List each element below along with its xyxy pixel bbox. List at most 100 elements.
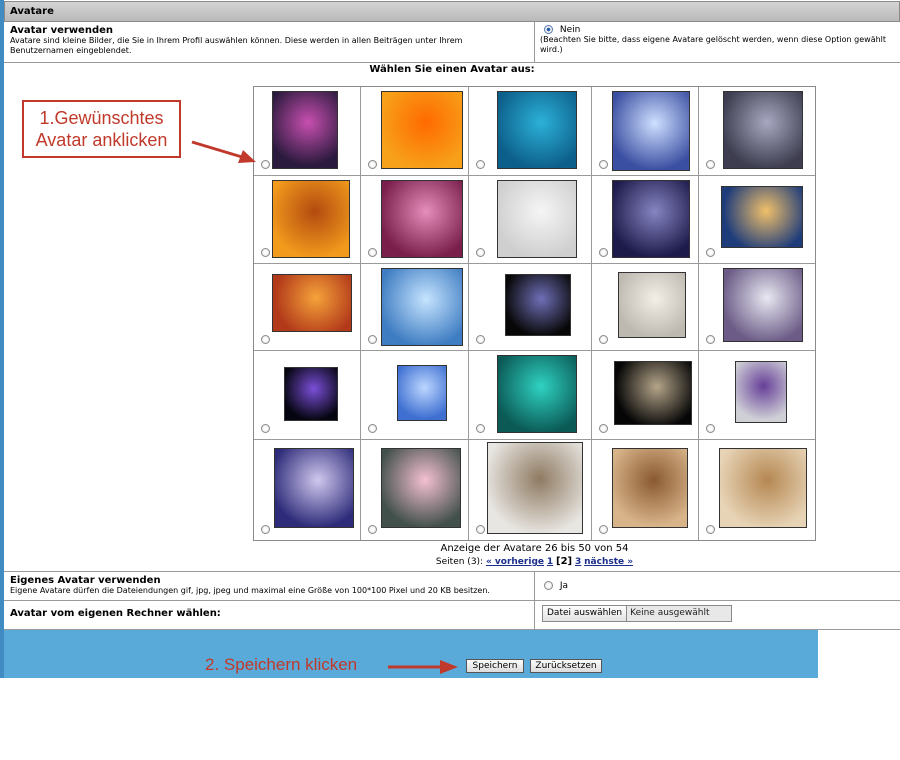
avatar-radio[interactable] bbox=[706, 424, 715, 433]
avatar-blue-fairy[interactable] bbox=[397, 365, 447, 421]
own-avatar-yes-label: Ja bbox=[559, 581, 569, 591]
upload-input-cell: Datei auswählen Keine ausgewählt bbox=[536, 601, 900, 629]
avatar-radio[interactable] bbox=[368, 160, 377, 169]
avatar-radio[interactable] bbox=[476, 248, 485, 257]
use-avatar-no-radio[interactable] bbox=[544, 25, 553, 34]
avatar-radio[interactable] bbox=[476, 335, 485, 344]
avatar-sunset-tree[interactable] bbox=[272, 180, 350, 258]
avatar-cell[interactable] bbox=[469, 440, 592, 540]
avatar-water-lily[interactable] bbox=[381, 448, 461, 528]
next-page-link[interactable]: nächste » bbox=[584, 557, 633, 567]
avatar-radio[interactable] bbox=[599, 335, 608, 344]
avatar-pegasus[interactable] bbox=[735, 361, 787, 423]
avatar-frangipani[interactable] bbox=[497, 91, 577, 169]
avatar-cell[interactable] bbox=[361, 264, 469, 351]
choose-file-button[interactable]: Datei auswählen bbox=[543, 606, 628, 621]
avatar-radio[interactable] bbox=[368, 525, 377, 534]
avatar-radio[interactable] bbox=[476, 424, 485, 433]
page-margin bbox=[818, 630, 900, 678]
upload-row: Avatar vom eigenen Rechner wählen: Datei… bbox=[4, 601, 900, 630]
avatar-cell[interactable] bbox=[592, 87, 699, 176]
avatar-cell[interactable] bbox=[699, 440, 815, 540]
avatar-cell[interactable] bbox=[592, 440, 699, 540]
avatar-cell[interactable] bbox=[254, 351, 361, 440]
avatar-radio[interactable] bbox=[706, 248, 715, 257]
avatar-ocean-waves[interactable] bbox=[721, 186, 803, 248]
use-avatar-label-cell: Avatar verwenden Avatare sind kleine Bil… bbox=[4, 22, 535, 62]
own-avatar-row: Eigenes Avatar verwenden Eigene Avatare … bbox=[4, 571, 900, 601]
avatar-cell[interactable] bbox=[254, 440, 361, 540]
avatar-white-sun[interactable] bbox=[497, 180, 577, 258]
avatar-fairy-blue[interactable] bbox=[612, 91, 690, 171]
avatar-radio[interactable] bbox=[599, 525, 608, 534]
annotation-step2: 2. Speichern klicken bbox=[205, 655, 358, 674]
page-3-link[interactable]: 3 bbox=[575, 557, 581, 567]
avatar-cell[interactable] bbox=[361, 176, 469, 264]
use-avatar-row: Avatar verwenden Avatare sind kleine Bil… bbox=[4, 22, 900, 63]
avatar-cell[interactable] bbox=[699, 264, 815, 351]
avatar-cell[interactable] bbox=[469, 176, 592, 264]
avatar-cell[interactable] bbox=[469, 264, 592, 351]
avatar-radio[interactable] bbox=[261, 160, 270, 169]
avatar-cell[interactable] bbox=[254, 176, 361, 264]
avatar-cell[interactable] bbox=[361, 87, 469, 176]
pagination: Seiten (3): « vorherige 1 [2] 3 nächste … bbox=[253, 556, 816, 567]
avatar-kittens-basket[interactable] bbox=[612, 448, 688, 528]
avatar-cell[interactable] bbox=[361, 351, 469, 440]
annotation-step1: 1.Gewünschtes Avatar anklicken bbox=[22, 100, 181, 158]
avatar-celtic-knot[interactable] bbox=[723, 91, 803, 169]
avatar-radio[interactable] bbox=[368, 335, 377, 344]
avatar-cell[interactable] bbox=[592, 176, 699, 264]
page-1-link[interactable]: 1 bbox=[547, 557, 553, 567]
avatar-radio[interactable] bbox=[261, 248, 270, 257]
avatar-eagle[interactable] bbox=[614, 361, 692, 425]
avatar-radio[interactable] bbox=[706, 335, 715, 344]
avatar-cell[interactable] bbox=[361, 440, 469, 540]
avatar-radio[interactable] bbox=[261, 424, 270, 433]
avatar-fractal[interactable] bbox=[497, 355, 577, 433]
avatar-butterfly-fairy[interactable] bbox=[284, 367, 338, 421]
avatar-glass-fairy[interactable] bbox=[381, 268, 463, 346]
avatar-pink-woman[interactable] bbox=[381, 180, 463, 258]
avatar-cell[interactable] bbox=[254, 87, 361, 176]
section-title: Avatare bbox=[10, 6, 54, 17]
avatar-radio[interactable] bbox=[261, 525, 270, 534]
avatar-radio[interactable] bbox=[476, 160, 485, 169]
avatar-radio[interactable] bbox=[706, 525, 715, 534]
save-button[interactable]: Speichern bbox=[466, 659, 524, 673]
avatar-moon-tree[interactable] bbox=[272, 91, 338, 169]
avatar-kitten[interactable] bbox=[487, 442, 583, 534]
reset-button[interactable]: Zurücksetzen bbox=[530, 659, 602, 673]
prev-page-link[interactable]: « vorherige bbox=[486, 557, 544, 567]
avatar-radio[interactable] bbox=[599, 248, 608, 257]
avatar-cell[interactable] bbox=[699, 351, 815, 440]
avatar-radio[interactable] bbox=[368, 248, 377, 257]
avatar-cell[interactable] bbox=[699, 176, 815, 264]
avatar-sleeping-puppy[interactable] bbox=[719, 448, 807, 528]
avatar-orange-lily[interactable] bbox=[381, 91, 463, 169]
avatar-cell[interactable] bbox=[592, 264, 699, 351]
use-avatar-note: (Beachten Sie bitte, dass eigene Avatare… bbox=[540, 35, 887, 54]
avatar-radio[interactable] bbox=[368, 424, 377, 433]
avatar-radio[interactable] bbox=[599, 424, 608, 433]
avatar-radio[interactable] bbox=[599, 160, 608, 169]
avatar-radio[interactable] bbox=[706, 160, 715, 169]
avatar-cell[interactable] bbox=[254, 264, 361, 351]
own-avatar-yes-radio[interactable] bbox=[544, 581, 553, 590]
avatar-white-hair-woman[interactable] bbox=[723, 268, 803, 342]
avatar-cell[interactable] bbox=[469, 351, 592, 440]
avatar-puppy[interactable] bbox=[618, 272, 686, 338]
avatar-dark-fairy[interactable] bbox=[505, 274, 571, 336]
file-input[interactable]: Datei auswählen Keine ausgewählt bbox=[542, 605, 732, 622]
use-avatar-description: Avatare sind kleine Bilder, die Sie in I… bbox=[10, 36, 463, 55]
avatar-dove[interactable] bbox=[274, 448, 354, 528]
avatar-radio[interactable] bbox=[476, 525, 485, 534]
avatar-orange-sunset[interactable] bbox=[272, 274, 352, 332]
avatar-cell[interactable] bbox=[592, 351, 699, 440]
avatar-grid bbox=[253, 86, 816, 541]
use-avatar-label: Avatar verwenden bbox=[10, 25, 114, 36]
avatar-cell[interactable] bbox=[699, 87, 815, 176]
avatar-radio[interactable] bbox=[261, 335, 270, 344]
avatar-cell[interactable] bbox=[469, 87, 592, 176]
avatar-wizard[interactable] bbox=[612, 180, 690, 258]
